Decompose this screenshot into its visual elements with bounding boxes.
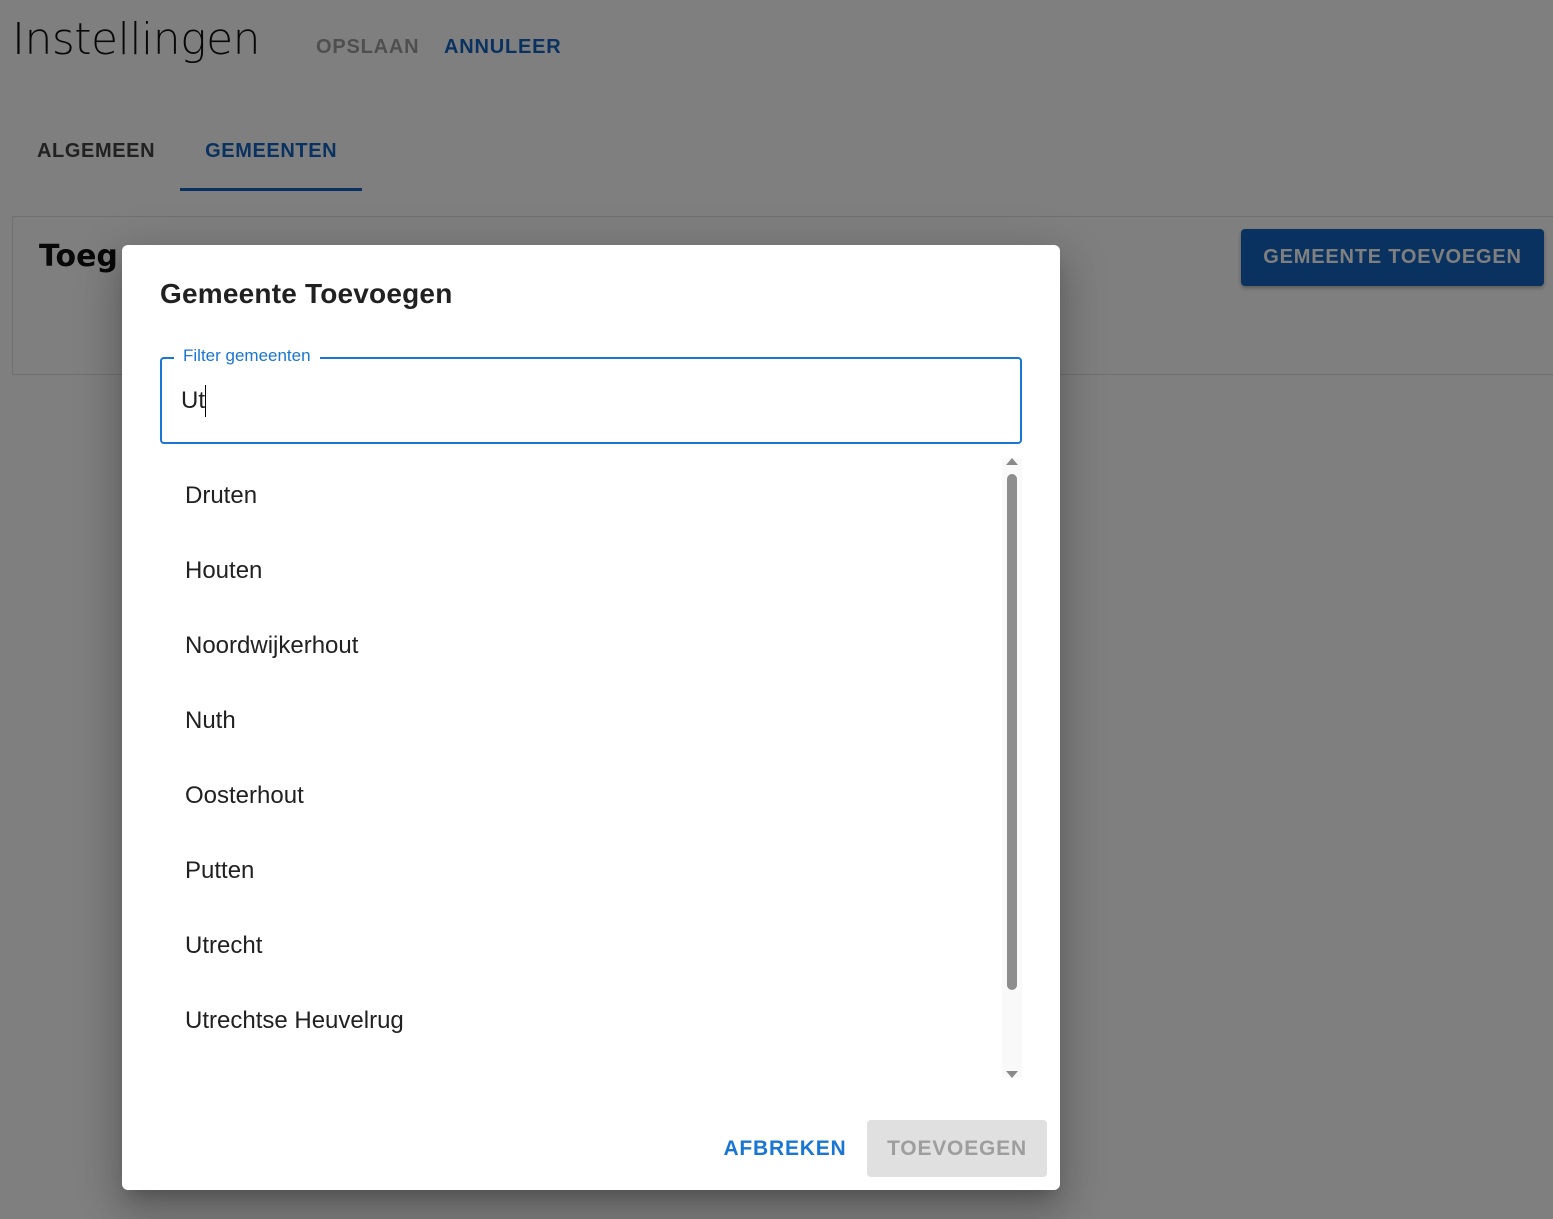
add-button[interactable]: TOEVOEGEN [867,1120,1047,1177]
list-item[interactable]: Oosterhout [160,758,1022,833]
dialog-title: Gemeente Toevoegen [160,278,453,309]
municipality-list: Druten Houten Noordwijkerhout Nuth Ooste… [160,458,1022,1078]
scroll-up-arrow-icon[interactable] [1006,458,1018,465]
filter-input[interactable] [181,385,1001,417]
add-municipality-dialog: Gemeente Toevoegen Filter gemeenten Drut… [122,245,1060,1190]
list-item[interactable]: Noordwijkerhout [160,608,1022,683]
list-item[interactable]: Utrecht [160,908,1022,983]
scroll-thumb[interactable] [1007,474,1017,990]
filter-label: Filter gemeenten [174,346,320,366]
list-scrollbar[interactable] [1002,458,1022,1078]
list-item[interactable]: Putten [160,833,1022,908]
list-item[interactable]: Utrechtse Heuvelrug [160,983,1022,1058]
scroll-down-arrow-icon[interactable] [1006,1071,1018,1078]
abort-button[interactable]: AFBREKEN [712,1120,858,1177]
filter-field: Filter gemeenten [160,346,1022,444]
list-item[interactable]: Nuth [160,683,1022,758]
list-item[interactable]: Houten [160,533,1022,608]
text-cursor [205,385,206,417]
list-item[interactable]: Druten [160,458,1022,533]
